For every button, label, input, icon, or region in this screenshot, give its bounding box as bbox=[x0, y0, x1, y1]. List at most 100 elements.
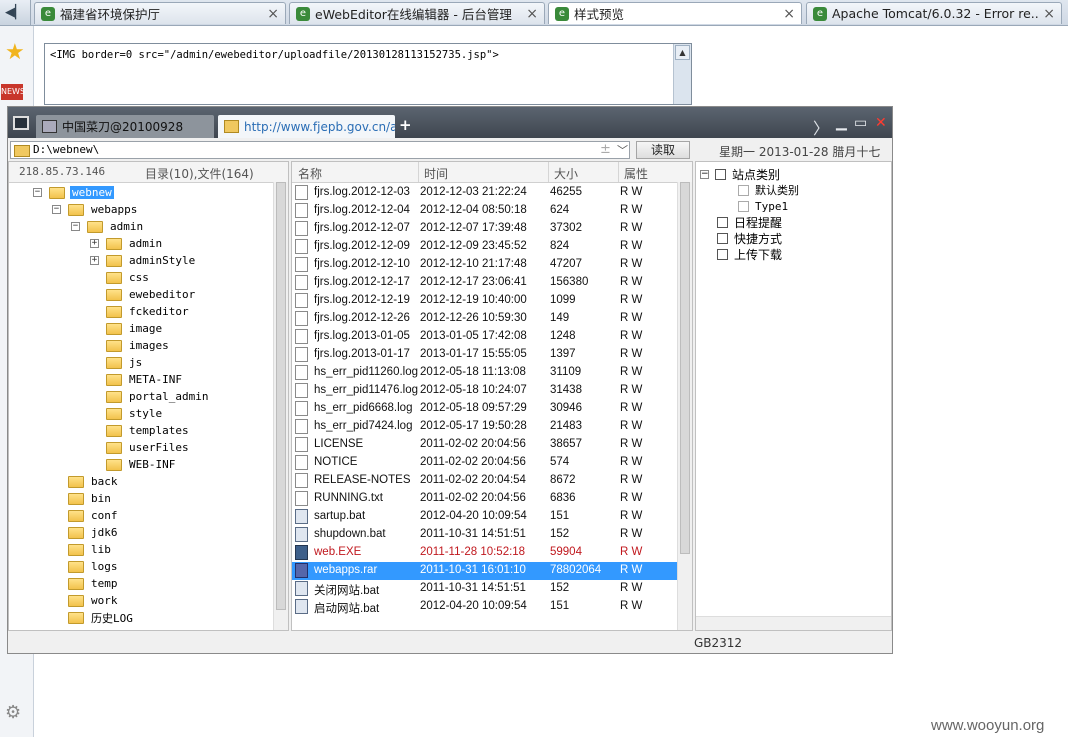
maximize-icon[interactable]: ▭ bbox=[854, 115, 867, 131]
file-row[interactable]: RUNNING.txt 2011-02-02 20:04:56 6836 R W bbox=[292, 490, 677, 508]
source-code-textarea[interactable]: <IMG border=0 src="/admin/ewebeditor/upl… bbox=[44, 43, 692, 105]
file-row[interactable]: webapps.rar 2011-10-31 16:01:10 78802064 R … bbox=[292, 562, 677, 580]
expand-icon[interactable]: + bbox=[90, 256, 99, 265]
tree-node[interactable]: image bbox=[90, 320, 164, 337]
read-button[interactable]: 读取 bbox=[636, 141, 690, 159]
news-icon[interactable]: NEWS bbox=[1, 84, 25, 100]
file-row[interactable]: shupdown.bat 2011-10-31 14:51:51 152 R W bbox=[292, 526, 677, 544]
back-button[interactable]: ◀▏ bbox=[0, 0, 31, 25]
browser-tab-fjepb[interactable]: e 福建省环境保护厅 × bbox=[34, 2, 286, 24]
tree-node[interactable]: logs bbox=[52, 558, 120, 575]
tree-node[interactable]: META-INF bbox=[90, 371, 184, 388]
shortcuts[interactable]: 快捷方式 bbox=[717, 230, 782, 246]
file-row[interactable]: fjrs.log.2012-12-19 2012-12-19 10:40:00 10… bbox=[292, 292, 677, 310]
category-type1[interactable]: Type1 bbox=[738, 198, 788, 214]
column-name[interactable]: 名称 bbox=[298, 165, 322, 182]
chopper-tab-main[interactable]: 中国菜刀@20100928 bbox=[36, 115, 214, 138]
tree-node[interactable]: style bbox=[90, 405, 164, 422]
file-row[interactable]: fjrs.log.2013-01-17 2013-01-17 15:55:05 13… bbox=[292, 346, 677, 364]
expand-icon[interactable]: + bbox=[90, 239, 99, 248]
file-row[interactable]: web.EXE 2011-11-28 10:52:18 59904 R W bbox=[292, 544, 677, 562]
tree-node[interactable]: lib bbox=[52, 541, 113, 558]
new-tab-plus-icon[interactable]: + bbox=[399, 116, 412, 134]
upload-download[interactable]: 上传下载 bbox=[717, 246, 782, 262]
close-tab-icon[interactable]: × bbox=[526, 6, 538, 22]
category-default[interactable]: 默认类别 bbox=[738, 182, 799, 198]
file-list-scrollbar[interactable] bbox=[677, 182, 692, 630]
chopper-tab-site[interactable]: http://www.fjepb.gov.cn/adm... bbox=[218, 115, 395, 138]
file-row[interactable]: hs_err_pid7424.log 2012-05-17 19:50:28 214… bbox=[292, 418, 677, 436]
file-row[interactable]: fjrs.log.2012-12-26 2012-12-26 10:59:30 14… bbox=[292, 310, 677, 328]
file-row[interactable]: sartup.bat 2012-04-20 10:09:54 151 R W bbox=[292, 508, 677, 526]
file-row[interactable]: fjrs.log.2013-01-05 2013-01-05 17:42:08 12… bbox=[292, 328, 677, 346]
column-attr[interactable]: 属性 bbox=[624, 165, 648, 182]
browser-tab-style-preview[interactable]: e 样式预览 × bbox=[548, 2, 802, 24]
tree-scrollbar[interactable] bbox=[273, 182, 288, 630]
close-tab-icon[interactable]: × bbox=[1043, 6, 1055, 22]
close-icon[interactable]: ✕ bbox=[875, 115, 887, 131]
tree-node[interactable]: − webapps bbox=[52, 201, 139, 218]
encoding-label[interactable]: GB2312 bbox=[694, 636, 742, 650]
tree-node[interactable]: conf bbox=[52, 507, 120, 524]
column-time[interactable]: 时间 bbox=[424, 165, 448, 182]
right-horizontal-scrollbar[interactable] bbox=[696, 616, 891, 630]
favorites-star-icon[interactable]: ★ bbox=[5, 40, 25, 65]
path-input[interactable]: D:\webnew\ ± ﹀ bbox=[10, 141, 630, 159]
collapse-icon[interactable]: − bbox=[52, 205, 61, 214]
file-row[interactable]: 关闭网站.bat 2011-10-31 14:51:51 152 R W bbox=[292, 580, 677, 598]
collapse-icon[interactable]: − bbox=[700, 169, 709, 179]
file-row[interactable]: fjrs.log.2012-12-10 2012-12-10 21:17:48 47… bbox=[292, 256, 677, 274]
collapse-icon[interactable]: − bbox=[33, 188, 42, 197]
address-row: D:\webnew\ ± ﹀ 读取 星期一 2013-01-28 腊月十七 bbox=[8, 140, 892, 160]
add-bookmark-icon[interactable]: ± bbox=[600, 142, 611, 157]
browser-tab-ewebeditor[interactable]: e eWebEditor在线编辑器 - 后台管理 × bbox=[289, 2, 545, 24]
tree-node[interactable]: fckeditor bbox=[90, 303, 191, 320]
tree-node[interactable]: temp bbox=[52, 575, 120, 592]
tree-node[interactable]: css bbox=[90, 269, 151, 286]
file-row[interactable]: hs_err_pid11476.log 2012-05-18 10:24:07 31… bbox=[292, 382, 677, 400]
tree-node[interactable]: WEB-INF bbox=[90, 456, 177, 473]
schedule-reminder[interactable]: 日程提醒 bbox=[717, 214, 782, 230]
tree-node[interactable]: portal_admin bbox=[90, 388, 210, 405]
file-row[interactable]: RELEASE-NOTES 2011-02-02 20:04:54 8672 R W bbox=[292, 472, 677, 490]
close-tab-icon[interactable]: × bbox=[783, 6, 795, 22]
minimize-icon[interactable]: ▁ bbox=[836, 115, 847, 131]
tree-node[interactable]: 历史LOG bbox=[52, 609, 135, 626]
file-row[interactable]: 启动网站.bat 2012-04-20 10:09:54 151 R W bbox=[292, 598, 677, 616]
chevron-right-icon[interactable]: 〉 bbox=[813, 115, 829, 139]
scroll-up-icon[interactable]: ▲ bbox=[675, 45, 690, 60]
tree-node-label: images bbox=[129, 339, 169, 352]
tree-node[interactable]: js bbox=[90, 354, 144, 371]
scroll-thumb[interactable] bbox=[680, 182, 690, 554]
file-row[interactable]: hs_err_pid6668.log 2012-05-18 09:57:29 309… bbox=[292, 400, 677, 418]
file-row[interactable]: fjrs.log.2012-12-09 2012-12-09 23:45:52 82… bbox=[292, 238, 677, 256]
editor-scrollbar[interactable]: ▲ bbox=[673, 44, 691, 104]
tree-node[interactable]: − admin bbox=[71, 218, 145, 235]
tree-node[interactable]: userFiles bbox=[90, 439, 191, 456]
tree-node[interactable]: work bbox=[52, 592, 120, 609]
tree-node[interactable]: bin bbox=[52, 490, 113, 507]
gear-icon[interactable]: ⚙ bbox=[5, 702, 21, 723]
tree-node[interactable]: jdk6 bbox=[52, 524, 120, 541]
tree-node[interactable]: + adminStyle bbox=[90, 252, 197, 269]
tree-node[interactable]: images bbox=[90, 337, 171, 354]
scroll-thumb[interactable] bbox=[276, 182, 286, 610]
browser-tab-tomcat[interactable]: e Apache Tomcat/6.0.32 - Error re... × bbox=[806, 2, 1062, 24]
tree-node[interactable]: templates bbox=[90, 422, 191, 439]
file-row[interactable]: NOTICE 2011-02-02 20:04:56 574 R W bbox=[292, 454, 677, 472]
category-root[interactable]: − 站点类别 bbox=[700, 166, 780, 182]
collapse-icon[interactable]: − bbox=[71, 222, 80, 231]
file-row[interactable]: fjrs.log.2012-12-17 2012-12-17 23:06:41 15… bbox=[292, 274, 677, 292]
tree-node[interactable]: back bbox=[52, 473, 120, 490]
file-row[interactable]: LICENSE 2011-02-02 20:04:56 38657 R W bbox=[292, 436, 677, 454]
column-size[interactable]: 大小 bbox=[554, 165, 578, 182]
file-row[interactable]: hs_err_pid11260.log 2012-05-18 11:13:08 31… bbox=[292, 364, 677, 382]
file-row[interactable]: fjrs.log.2012-12-04 2012-12-04 08:50:18 62… bbox=[292, 202, 677, 220]
close-tab-icon[interactable]: × bbox=[267, 6, 279, 22]
file-row[interactable]: fjrs.log.2012-12-07 2012-12-07 17:39:48 37… bbox=[292, 220, 677, 238]
tree-node[interactable]: + admin bbox=[90, 235, 164, 252]
file-row[interactable]: fjrs.log.2012-12-03 2012-12-03 21:22:24 46… bbox=[292, 184, 677, 202]
tree-node[interactable]: − webnew bbox=[33, 184, 114, 201]
tree-node[interactable]: ewebeditor bbox=[90, 286, 197, 303]
chevron-down-icon[interactable]: ﹀ bbox=[617, 142, 628, 158]
